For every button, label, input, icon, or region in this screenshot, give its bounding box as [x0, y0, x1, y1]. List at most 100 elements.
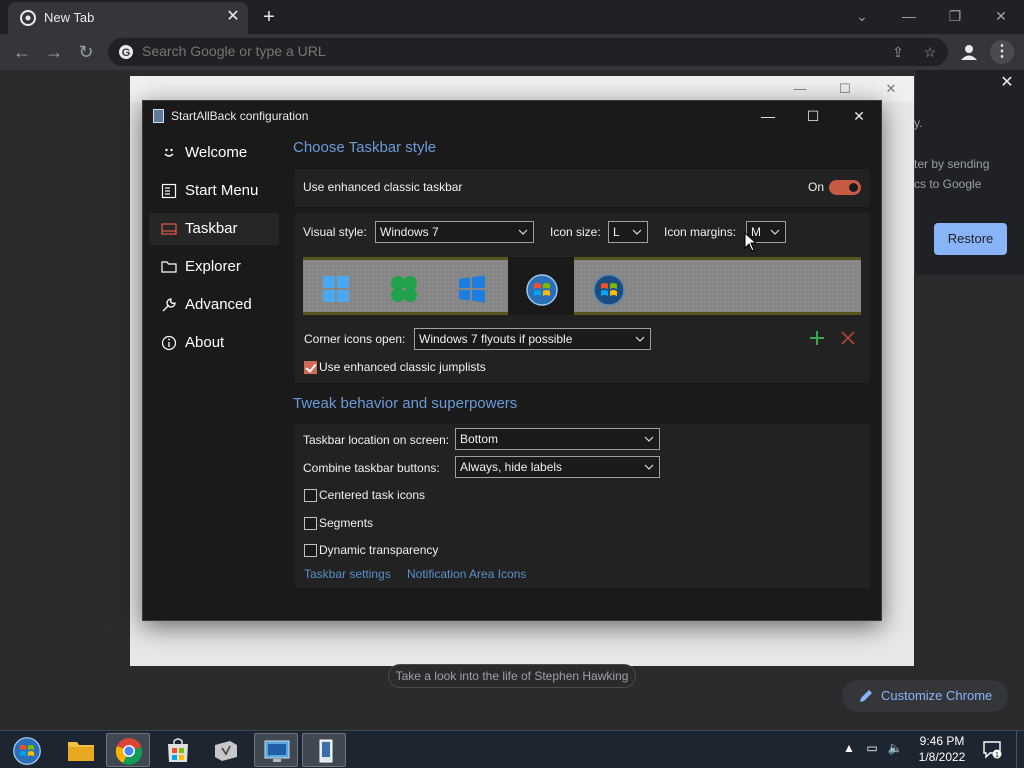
search-input[interactable]: [142, 43, 842, 59]
windows-11-logo-icon: [323, 276, 349, 302]
remote-desktop-icon: [264, 740, 290, 762]
bg-minimize-button[interactable]: —: [791, 80, 809, 98]
select-value: Bottom: [460, 432, 499, 446]
chevron-down-icon: [632, 229, 642, 235]
segments-label: Segments: [319, 516, 374, 530]
taskbar-chrome[interactable]: [106, 733, 150, 767]
back-button[interactable]: ←: [11, 41, 33, 63]
add-icon[interactable]: [809, 330, 825, 346]
select-value: Windows 7: [380, 225, 439, 239]
preview-windows-10-green[interactable]: [371, 264, 437, 314]
preview-windows-11[interactable]: [303, 264, 369, 314]
bg-maximize-button[interactable]: ☐: [836, 80, 854, 98]
tab-new-tab[interactable]: New Tab ✕: [8, 2, 248, 34]
bookmark-star-icon[interactable]: ☆: [922, 44, 938, 60]
centered-icons-label: Centered task icons: [319, 488, 426, 502]
forward-button[interactable]: →: [43, 41, 65, 63]
select-value: L: [613, 225, 620, 239]
jumplists-checkbox[interactable]: [304, 361, 317, 374]
bg-close-button[interactable]: ✕: [882, 80, 900, 98]
chrome-tab-strip: New Tab ✕ + ⌄ — ❐ ✕: [0, 0, 1024, 34]
restore-button[interactable]: Restore: [934, 223, 1007, 255]
corner-icons-label: Corner icons open:: [304, 332, 406, 346]
preview-windows-vista[interactable]: [575, 264, 641, 314]
chevron-down-icon: [635, 336, 645, 342]
tab-close-icon[interactable]: ✕: [224, 8, 242, 26]
network-icon[interactable]: ▭: [864, 740, 880, 756]
tray-overflow-chevron-icon[interactable]: ▲: [841, 740, 857, 756]
taskbar-file-explorer[interactable]: [58, 733, 102, 767]
sidebar-item-about[interactable]: About: [149, 327, 279, 359]
toggle-state-label: On: [808, 180, 825, 194]
taskbar-mail[interactable]: [204, 733, 248, 767]
restore-text-line: y.: [914, 116, 923, 130]
start-orb-icon: [13, 737, 41, 765]
close-window-button[interactable]: ✕: [987, 6, 1015, 26]
startallback-window: StartAllBack configuration — ☐ ✕ Welcome…: [142, 100, 882, 621]
restore-close-icon[interactable]: ✕: [998, 74, 1016, 92]
dynamic-transparency-checkbox[interactable]: [304, 544, 317, 557]
chrome-menu-button[interactable]: ⋮: [990, 40, 1014, 64]
omnibox[interactable]: G ⇪ ☆: [108, 38, 948, 66]
sidebar-item-taskbar[interactable]: Taskbar: [149, 213, 279, 245]
maximize-button[interactable]: ☐: [797, 105, 829, 127]
visual-style-label: Visual style:: [303, 225, 367, 239]
taskbar-clock[interactable]: 9:46 PM 1/8/2022: [912, 733, 972, 765]
minimize-button[interactable]: —: [895, 6, 923, 26]
taskbar-startallback[interactable]: [302, 733, 346, 767]
sidebar-item-welcome[interactable]: Welcome: [149, 137, 279, 169]
minimize-button[interactable]: —: [752, 105, 784, 127]
new-tab-button[interactable]: +: [258, 6, 280, 28]
close-button[interactable]: ✕: [843, 105, 875, 127]
visual-style-select[interactable]: Windows 7: [375, 221, 534, 243]
taskbar-settings-link[interactable]: Taskbar settings: [304, 567, 391, 581]
window-title: StartAllBack configuration: [171, 109, 309, 123]
restore-window-button[interactable]: ❐: [941, 6, 969, 26]
customize-label: Customize Chrome: [881, 688, 993, 703]
share-icon[interactable]: ⇪: [890, 44, 906, 60]
sidebar-item-start-menu[interactable]: Start Menu: [149, 175, 279, 207]
start-menu-icon: [161, 183, 177, 199]
startallback-icon: [319, 739, 333, 763]
doodle-link[interactable]: Take a look into the life of Stephen Haw…: [388, 664, 636, 688]
clock-time: 9:46 PM: [919, 734, 965, 748]
taskbar-remote-desktop[interactable]: [254, 733, 298, 767]
restore-text-line: ter by sending: [914, 157, 990, 171]
taskbar-store[interactable]: [156, 733, 200, 767]
icon-size-select[interactable]: L: [608, 221, 648, 243]
reload-button[interactable]: ↻: [75, 41, 97, 63]
chevron-down-icon: [644, 436, 654, 442]
profile-icon[interactable]: [958, 41, 980, 63]
notification-area-icons-link[interactable]: Notification Area Icons: [407, 567, 526, 581]
sidebar-item-label: Welcome: [185, 144, 248, 161]
chrome-icon: [20, 10, 36, 26]
start-button[interactable]: [4, 733, 48, 767]
file-explorer-icon: [68, 742, 94, 761]
volume-icon[interactable]: 🔈: [887, 740, 903, 756]
centered-icons-checkbox[interactable]: [304, 489, 317, 502]
preview-windows-7[interactable]: [508, 257, 574, 315]
sidebar-item-label: Explorer: [185, 258, 241, 275]
icon-size-label: Icon size:: [550, 225, 601, 239]
sidebar-item-label: About: [185, 334, 225, 351]
taskbar-style-preview: [303, 257, 861, 315]
combine-buttons-select[interactable]: Always, hide labels: [455, 456, 660, 478]
windows-10-logo-icon: [459, 275, 485, 303]
segments-checkbox[interactable]: [304, 517, 317, 530]
corner-icons-select[interactable]: Windows 7 flyouts if possible: [414, 328, 651, 350]
sidebar-item-explorer[interactable]: Explorer: [149, 251, 279, 283]
chevron-down-icon: [770, 229, 780, 235]
delete-icon[interactable]: [841, 331, 855, 345]
notification-center-icon[interactable]: 1: [982, 739, 1002, 759]
tab-title: New Tab: [44, 10, 95, 25]
taskbar-location-select[interactable]: Bottom: [455, 428, 660, 450]
clock-date: 1/8/2022: [918, 750, 966, 764]
tab-search-icon[interactable]: ⌄: [848, 6, 876, 26]
customize-chrome-button[interactable]: Customize Chrome: [842, 680, 1008, 712]
sidebar-item-advanced[interactable]: Advanced: [149, 289, 279, 321]
show-desktop-button[interactable]: [1016, 731, 1024, 768]
preview-windows-10[interactable]: [439, 264, 505, 314]
chrome-toolbar: ← → ↻ G ⇪ ☆ ⋮: [0, 34, 1024, 70]
enhanced-taskbar-toggle[interactable]: [829, 180, 861, 195]
wrench-icon: [162, 298, 176, 312]
